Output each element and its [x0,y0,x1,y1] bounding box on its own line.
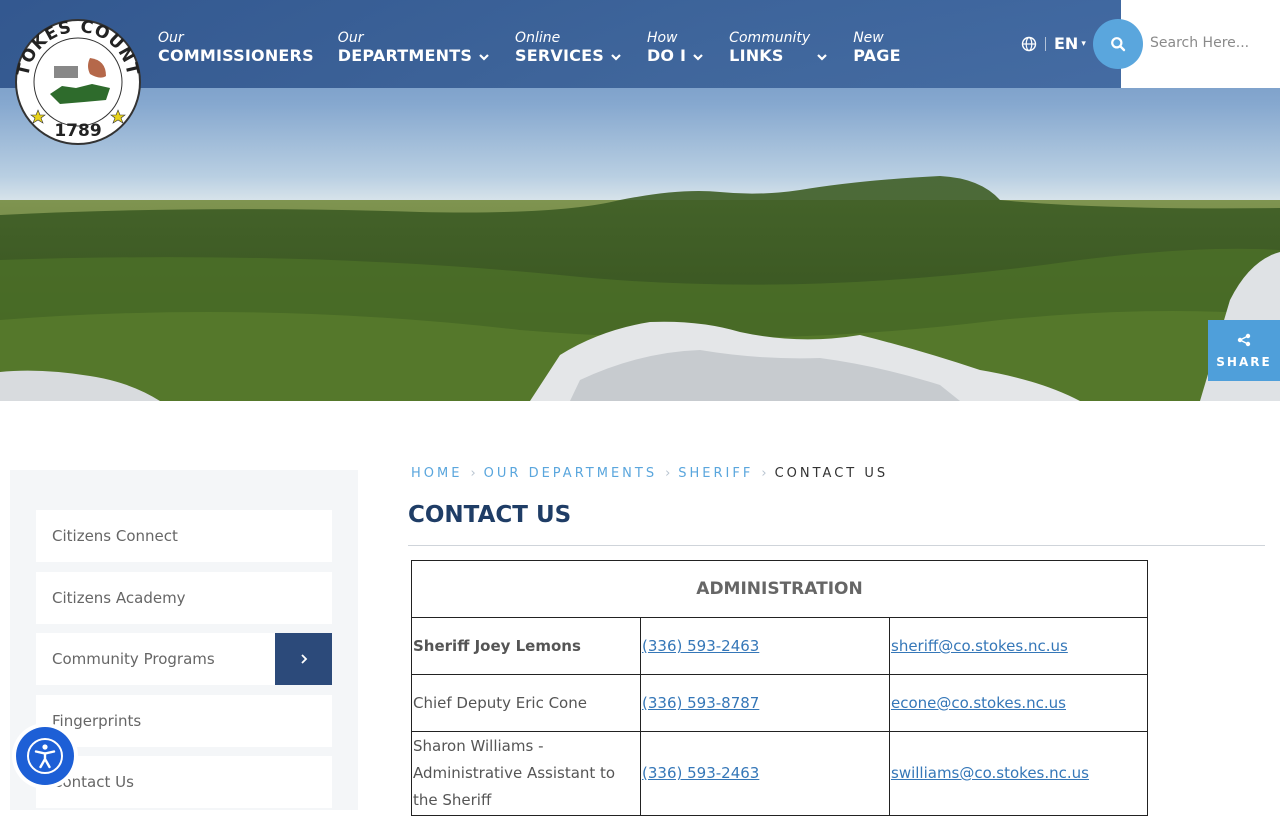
nav-community-links-small: Community [729,30,811,46]
email-link[interactable]: sheriff@co.stokes.nc.us [891,637,1068,655]
phone-link[interactable]: (336) 593-2463 [642,637,759,655]
breadcrumb-separator: › [470,466,476,481]
sidebar-item-fingerprints[interactable]: Fingerprints [36,695,332,747]
email-link[interactable]: econe@co.stokes.nc.us [891,694,1066,712]
chevron-down-icon [611,54,621,61]
chevron-down-icon [479,54,489,61]
sidebar-item-label: Community Programs [52,650,215,668]
nav-new-page-small: New [853,30,884,46]
sidebar-item-community-programs[interactable]: Community Programs [36,633,332,685]
contact-table: ADMINISTRATION Sheriff Joey Lemons (336)… [411,560,1148,816]
share-button[interactable]: SHARE [1208,320,1280,381]
chevron-down-icon [693,54,703,61]
table-header-row: ADMINISTRATION [411,560,1148,618]
table-row: Chief Deputy Eric Cone (336) 593-8787 ec… [411,674,1148,732]
search-button[interactable] [1093,19,1143,69]
breadcrumb: HOME › OUR DEPARTMENTS › SHERIFF › CONTA… [411,466,888,481]
breadcrumb-sheriff[interactable]: SHERIFF [678,466,753,481]
nav-departments-small: Our [337,30,364,46]
contact-name: Sharon Williams - Administrative Assista… [411,731,641,816]
contact-phone-cell: (336) 593-2463 [640,731,890,816]
language-divider [1045,36,1046,51]
contact-name: Sheriff Joey Lemons [411,617,641,675]
nav-how-do-i-label: DO I [646,46,687,65]
email-link[interactable]: swilliams@co.stokes.nc.us [891,764,1089,782]
nav-how-do-i[interactable]: How DO I [647,30,705,66]
table-row: Sharon Williams - Administrative Assista… [411,731,1148,816]
table-heading: ADMINISTRATION [411,560,1148,618]
contact-name: Chief Deputy Eric Cone [411,674,641,732]
language-selector[interactable]: EN ▾ [1021,34,1086,53]
contact-email-cell: swilliams@co.stokes.nc.us [889,731,1148,816]
caret-down-icon: ▾ [1081,38,1086,49]
sidebar-item-label: Citizens Connect [52,527,178,545]
nav-commissioners[interactable]: Our COMMISSIONERS [158,30,314,66]
main-navigation: Our COMMISSIONERS Our DEPARTMENTS Online… [158,30,925,66]
accessibility-icon [27,738,63,774]
nav-new-page-label: PAGE [853,46,901,65]
svg-text:1789: 1789 [54,121,101,141]
sidebar-item-contact-us[interactable]: Contact Us [36,756,332,808]
nav-departments[interactable]: Our DEPARTMENTS [338,30,491,66]
language-code: EN [1054,34,1079,53]
nav-new-page[interactable]: New PAGE [853,30,901,66]
sidebar-item-label: Citizens Academy [52,589,186,607]
nav-services-label: SERVICES [515,46,604,65]
breadcrumb-our-departments[interactable]: OUR DEPARTMENTS [484,466,657,481]
accessibility-button-inner [16,727,74,785]
contact-email-cell: econe@co.stokes.nc.us [889,674,1148,732]
accessibility-button[interactable] [12,723,78,789]
phone-link[interactable]: (336) 593-8787 [642,694,759,712]
nav-departments-label: DEPARTMENTS [337,46,473,65]
breadcrumb-separator: › [761,466,767,481]
contact-email-cell: sheriff@co.stokes.nc.us [889,617,1148,675]
contact-phone-cell: (336) 593-8787 [640,674,890,732]
sidebar-expand-button[interactable] [275,633,332,685]
nav-community-links[interactable]: Community LINKS [729,30,829,66]
phone-link[interactable]: (336) 593-2463 [642,764,759,782]
nav-services[interactable]: Online SERVICES [515,30,623,66]
title-divider [408,545,1265,546]
chevron-right-icon [300,654,307,664]
page-title: CONTACT US [408,502,572,528]
nav-commissioners-small: Our [158,30,184,46]
nav-how-do-i-small: How [646,30,678,46]
breadcrumb-home[interactable]: HOME [411,466,462,481]
breadcrumb-current: CONTACT US [774,466,889,481]
breadcrumb-separator: › [665,466,671,481]
share-icon [1237,333,1251,346]
nav-commissioners-label: COMMISSIONERS [158,46,314,65]
table-row: Sheriff Joey Lemons (336) 593-2463 sheri… [411,617,1148,675]
contact-phone-cell: (336) 593-2463 [640,617,890,675]
sidebar-item-citizens-connect[interactable]: Citizens Connect [36,510,332,562]
globe-icon [1021,36,1037,51]
sidebar-item-citizens-academy[interactable]: Citizens Academy [36,572,332,624]
nav-services-small: Online [515,30,561,46]
county-seal-logo[interactable]: STOKES COUNTY 1789 [6,3,142,146]
share-label: SHARE [1216,354,1272,369]
search-icon [1111,37,1126,52]
nav-community-links-label: LINKS [729,46,784,65]
search-input[interactable] [1150,30,1274,56]
sidebar-item-label: Fingerprints [52,712,142,730]
chevron-down-icon [817,54,827,61]
